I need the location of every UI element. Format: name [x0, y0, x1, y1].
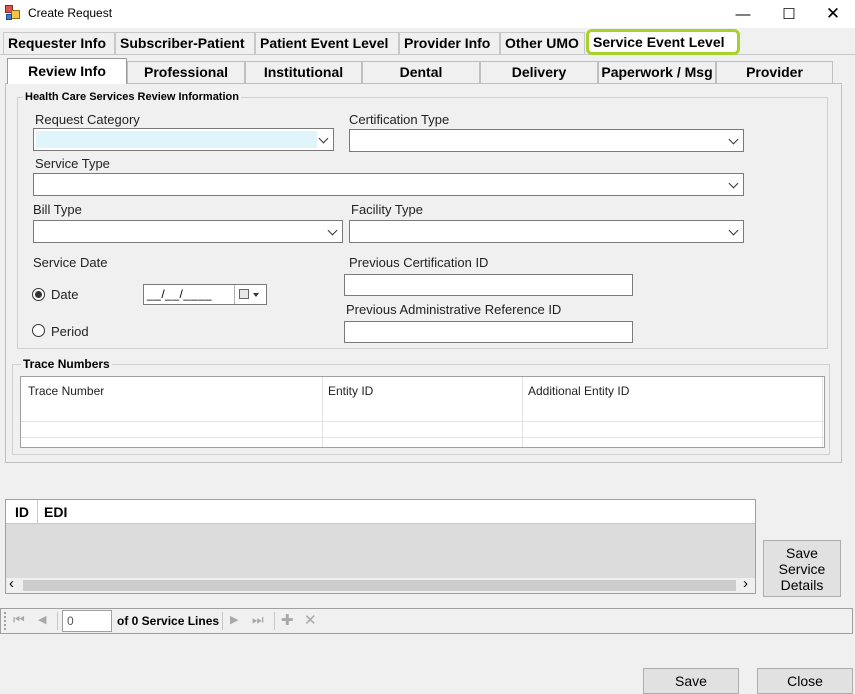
subtab-institutional[interactable]: Institutional	[245, 61, 362, 83]
toolbar-separator	[222, 612, 223, 630]
service-lines-grid[interactable]: ID EDI ‹ ›	[5, 499, 756, 594]
save-service-details-button[interactable]: Save Service Details	[763, 540, 841, 597]
trace-numbers-group-title: Trace Numbers	[21, 357, 112, 371]
move-first-icon[interactable]: ⏮	[13, 612, 25, 628]
window-title: Create Request	[28, 6, 113, 20]
grid-divider	[37, 500, 38, 524]
toolbar-separator	[274, 612, 275, 630]
trace-numbers-grid[interactable]: Trace Number Entity ID Additional Entity…	[20, 376, 825, 448]
column-header-trace-number[interactable]: Trace Number	[28, 384, 104, 398]
move-next-icon[interactable]: ▶	[230, 613, 238, 626]
tab-other-umo[interactable]: Other UMO	[500, 32, 585, 54]
tab-requester-info[interactable]: Requester Info	[3, 32, 115, 54]
request-category-label: Request Category	[35, 112, 140, 127]
delete-icon[interactable]: ✕	[304, 611, 317, 629]
window-close-button[interactable]: ✕	[810, 0, 855, 28]
tab-patient-event-level[interactable]: Patient Event Level	[255, 32, 399, 54]
tab-subscriber-patient[interactable]: Subscriber-Patient	[115, 32, 255, 54]
facility-type-label: Facility Type	[351, 202, 424, 217]
previous-certification-id-input[interactable]	[344, 274, 633, 296]
column-header-id[interactable]: ID	[15, 504, 29, 520]
period-radio[interactable]	[32, 324, 45, 337]
subtab-paperwork-msg[interactable]: Paperwork / Msg	[598, 61, 716, 83]
date-radio[interactable]	[32, 288, 45, 301]
column-header-entity-id[interactable]: Entity ID	[328, 384, 373, 398]
chevron-down-icon	[319, 133, 329, 145]
minimize-button[interactable]: —	[720, 0, 766, 28]
previous-certification-id-label: Previous Certification ID	[349, 255, 489, 270]
move-previous-icon[interactable]: ◀	[38, 613, 46, 626]
service-lines-count: of 0 Service Lines	[117, 614, 220, 628]
scrollbar-thumb[interactable]	[23, 580, 736, 591]
subtab-professional[interactable]: Professional	[127, 61, 245, 83]
chevron-down-icon	[729, 225, 739, 237]
service-type-select[interactable]	[33, 173, 744, 196]
tab-service-event-level[interactable]: Service Event Level	[586, 29, 740, 55]
move-last-icon[interactable]: ⏭	[252, 612, 264, 628]
service-date-value: __/__/____	[147, 287, 213, 301]
add-new-icon[interactable]: ✚	[281, 611, 294, 629]
column-header-edi[interactable]: EDI	[44, 504, 67, 520]
certification-type-label: Certification Type	[349, 112, 450, 127]
scroll-right-icon[interactable]: ›	[743, 575, 748, 592]
calendar-icon[interactable]	[239, 289, 249, 299]
app-icon	[5, 5, 21, 21]
chevron-down-icon	[328, 225, 338, 237]
calendar-dropdown-icon	[253, 293, 259, 297]
chevron-down-icon	[729, 178, 739, 190]
subtab-provider[interactable]: Provider	[716, 61, 833, 83]
date-radio-label: Date	[51, 287, 79, 302]
service-lines-header	[6, 500, 755, 524]
bill-type-select[interactable]	[33, 220, 343, 243]
certification-type-select[interactable]	[349, 129, 744, 152]
toolbar-separator	[57, 612, 58, 630]
maximize-button[interactable]: ☐	[766, 0, 812, 28]
subtab-review-info[interactable]: Review Info	[7, 58, 127, 84]
tab-provider-info[interactable]: Provider Info	[399, 32, 500, 54]
bill-type-label: Bill Type	[33, 202, 82, 217]
subtab-dental[interactable]: Dental	[362, 61, 480, 83]
request-category-highlight	[36, 131, 317, 148]
facility-type-select[interactable]	[349, 220, 744, 243]
service-type-label: Service Type	[35, 156, 110, 171]
scroll-left-icon[interactable]: ‹	[9, 575, 14, 592]
close-button[interactable]: Close	[757, 668, 853, 694]
save-button[interactable]: Save	[643, 668, 739, 694]
chevron-down-icon	[729, 134, 739, 146]
review-info-group-title: Health Care Services Review Information	[23, 91, 241, 103]
previous-admin-ref-id-input[interactable]	[344, 321, 633, 343]
date-picker-divider	[234, 285, 235, 304]
subtab-delivery[interactable]: Delivery	[480, 61, 598, 83]
service-date-picker[interactable]: __/__/____	[143, 284, 267, 305]
previous-admin-ref-id-label: Previous Administrative Reference ID	[346, 302, 562, 317]
service-date-label: Service Date	[33, 255, 108, 270]
grid-row-line	[21, 437, 824, 438]
horizontal-scrollbar[interactable]: ‹ ›	[6, 575, 755, 593]
toolbar-grip	[4, 612, 6, 630]
grid-row-line	[21, 421, 824, 422]
request-category-select[interactable]	[33, 128, 334, 151]
position-input[interactable]: 0	[62, 610, 112, 632]
column-header-additional-entity-id[interactable]: Additional Entity ID	[528, 384, 629, 398]
period-radio-label: Period	[51, 324, 89, 339]
